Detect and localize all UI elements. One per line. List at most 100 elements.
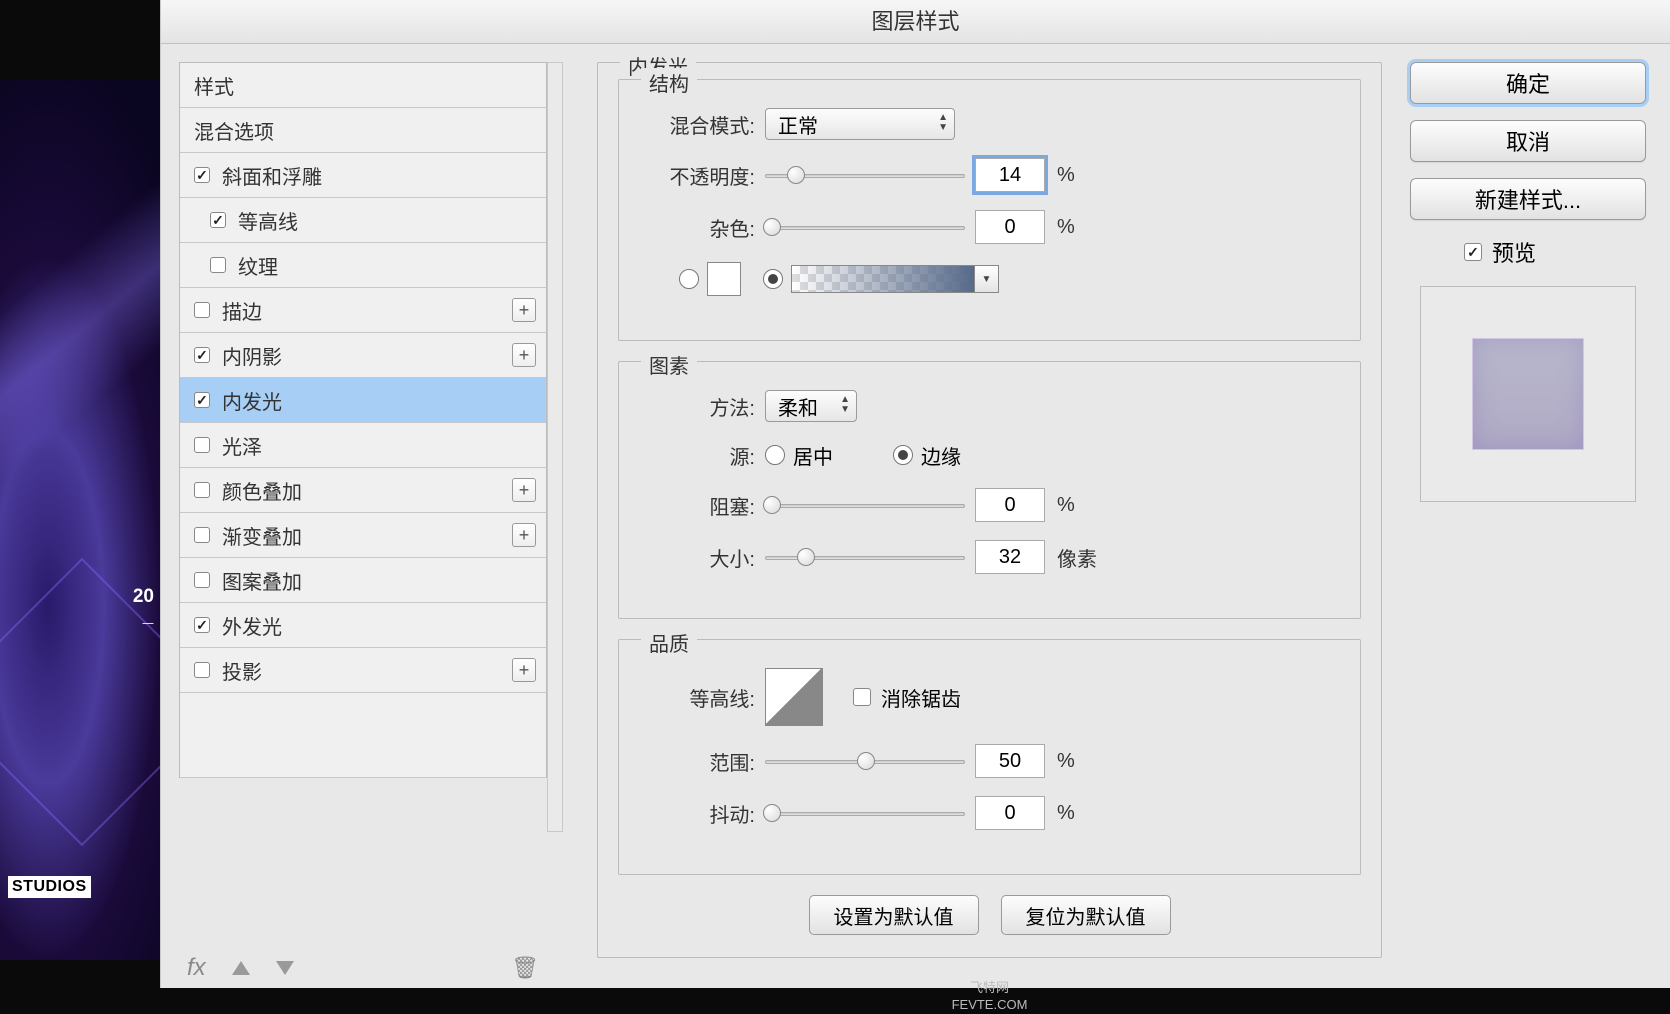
style-row-texture[interactable]: 纹理	[180, 243, 546, 288]
style-row-drop-shadow[interactable]: 投影 +	[180, 648, 546, 693]
settings-column: 内发光 结构 混合模式: 正常▲▼ 不透明度: % 杂色:	[553, 44, 1410, 988]
style-list-column: 样式 混合选项 斜面和浮雕 等高线 纹理 描边 + 内阴影 + 内发光 光泽 颜色叠…	[161, 44, 553, 988]
style-row-bevel[interactable]: 斜面和浮雕	[180, 153, 546, 198]
choke-label: 阻塞:	[645, 491, 755, 520]
blend-mode-select[interactable]: 正常▲▼	[765, 108, 955, 140]
watermark-line1: 飞特网	[597, 980, 1382, 997]
set-default-button[interactable]: 设置为默认值	[809, 895, 979, 935]
style-row-stroke[interactable]: 描边 +	[180, 288, 546, 333]
choke-input[interactable]	[975, 488, 1045, 522]
checkbox-stroke[interactable]	[194, 302, 210, 318]
opacity-input[interactable]	[975, 158, 1045, 192]
checkbox-pattern-overlay[interactable]	[194, 572, 210, 588]
dialog-title: 图层样式	[161, 0, 1670, 44]
style-label: 图案叠加	[222, 566, 302, 595]
style-row-inner-glow[interactable]: 内发光	[180, 378, 546, 423]
size-unit: 像素	[1057, 543, 1097, 572]
quality-legend: 品质	[641, 628, 697, 657]
cancel-button[interactable]: 取消	[1410, 120, 1646, 162]
style-row-contour[interactable]: 等高线	[180, 198, 546, 243]
style-row-satin[interactable]: 光泽	[180, 423, 546, 468]
preview-swatch	[1472, 338, 1584, 450]
style-row-pattern-overlay[interactable]: 图案叠加	[180, 558, 546, 603]
jitter-slider[interactable]	[765, 806, 965, 820]
choke-slider[interactable]	[765, 498, 965, 512]
opacity-unit: %	[1057, 164, 1075, 187]
source-edge-label: 边缘	[921, 441, 961, 470]
color-solid-radio[interactable]	[679, 269, 699, 289]
style-row-gradient-overlay[interactable]: 渐变叠加+	[180, 513, 546, 558]
checkbox-texture[interactable]	[210, 257, 226, 273]
contour-label: 等高线:	[645, 683, 755, 712]
checkbox-satin[interactable]	[194, 437, 210, 453]
checkbox-inner-shadow[interactable]	[194, 347, 210, 363]
style-row-color-overlay[interactable]: 颜色叠加 +	[180, 468, 546, 513]
source-center-radio[interactable]	[765, 445, 785, 465]
checkbox-gradient-overlay[interactable]	[194, 527, 210, 543]
style-label: 斜面和浮雕	[222, 161, 322, 190]
preview-checkbox[interactable]	[1464, 243, 1482, 261]
antialias-checkbox[interactable]	[853, 688, 871, 706]
technique-label: 方法:	[645, 392, 755, 421]
watermark: 飞特网 FEVTE.COM	[597, 980, 1382, 1014]
blend-mode-value: 正常	[778, 110, 818, 139]
gradient-bar[interactable]	[791, 265, 975, 293]
style-label: 投影	[222, 656, 262, 685]
add-color-overlay-icon[interactable]: +	[512, 478, 536, 502]
choke-unit: %	[1057, 494, 1075, 517]
style-row-inner-shadow[interactable]: 内阴影 +	[180, 333, 546, 378]
checkbox-color-overlay[interactable]	[194, 482, 210, 498]
source-edge-radio[interactable]	[893, 445, 913, 465]
style-label: 外发光	[222, 611, 282, 640]
new-style-button[interactable]: 新建样式...	[1410, 178, 1646, 220]
technique-select[interactable]: 柔和▲▼	[765, 390, 857, 422]
move-up-icon[interactable]	[232, 961, 250, 975]
blending-options-row[interactable]: 混合选项	[180, 108, 546, 153]
checkbox-contour[interactable]	[210, 212, 226, 228]
add-stroke-icon[interactable]: +	[512, 298, 536, 322]
style-label: 颜色叠加	[222, 476, 302, 505]
checkbox-inner-glow[interactable]	[194, 392, 210, 408]
ok-button[interactable]: 确定	[1410, 62, 1646, 104]
jitter-input[interactable]	[975, 796, 1045, 830]
style-label: 光泽	[222, 431, 262, 460]
checkbox-bevel[interactable]	[194, 167, 210, 183]
noise-unit: %	[1057, 216, 1075, 239]
add-gradient-overlay-icon[interactable]: +	[512, 523, 536, 547]
contour-picker[interactable]	[765, 668, 823, 726]
bg-sub: 一	[142, 615, 154, 632]
opacity-slider[interactable]	[765, 168, 965, 182]
range-slider[interactable]	[765, 754, 965, 768]
fx-icon[interactable]: fx	[187, 954, 206, 982]
technique-value: 柔和	[778, 392, 818, 421]
add-inner-shadow-icon[interactable]: +	[512, 343, 536, 367]
size-label: 大小:	[645, 543, 755, 572]
gradient-dropdown-icon[interactable]: ▼	[975, 265, 999, 293]
style-label: 纹理	[238, 251, 278, 280]
color-gradient-radio[interactable]	[763, 269, 783, 289]
inner-glow-panel: 内发光 结构 混合模式: 正常▲▼ 不透明度: % 杂色:	[597, 62, 1382, 958]
blend-mode-label: 混合模式:	[645, 110, 755, 139]
style-label: 内阴影	[222, 341, 282, 370]
style-label: 描边	[222, 296, 262, 325]
range-input[interactable]	[975, 744, 1045, 778]
trash-icon[interactable]: 🗑	[511, 955, 539, 981]
color-swatch[interactable]	[707, 262, 741, 296]
noise-label: 杂色:	[645, 213, 755, 242]
style-list-toolbar: fx 🗑	[179, 948, 547, 988]
style-list-header[interactable]: 样式	[180, 63, 546, 108]
noise-slider[interactable]	[765, 220, 965, 234]
checkbox-drop-shadow[interactable]	[194, 662, 210, 678]
checkbox-outer-glow[interactable]	[194, 617, 210, 633]
action-column: 确定 取消 新建样式... 预览	[1410, 44, 1670, 988]
size-input[interactable]	[975, 540, 1045, 574]
style-row-outer-glow[interactable]: 外发光	[180, 603, 546, 648]
reset-default-button[interactable]: 复位为默认值	[1001, 895, 1171, 935]
size-slider[interactable]	[765, 550, 965, 564]
add-drop-shadow-icon[interactable]: +	[512, 658, 536, 682]
elements-legend: 图素	[641, 350, 697, 379]
style-list-filler	[180, 693, 546, 778]
move-down-icon[interactable]	[276, 961, 294, 975]
noise-input[interactable]	[975, 210, 1045, 244]
bg-studio-badge: STUDIOS	[8, 876, 91, 898]
